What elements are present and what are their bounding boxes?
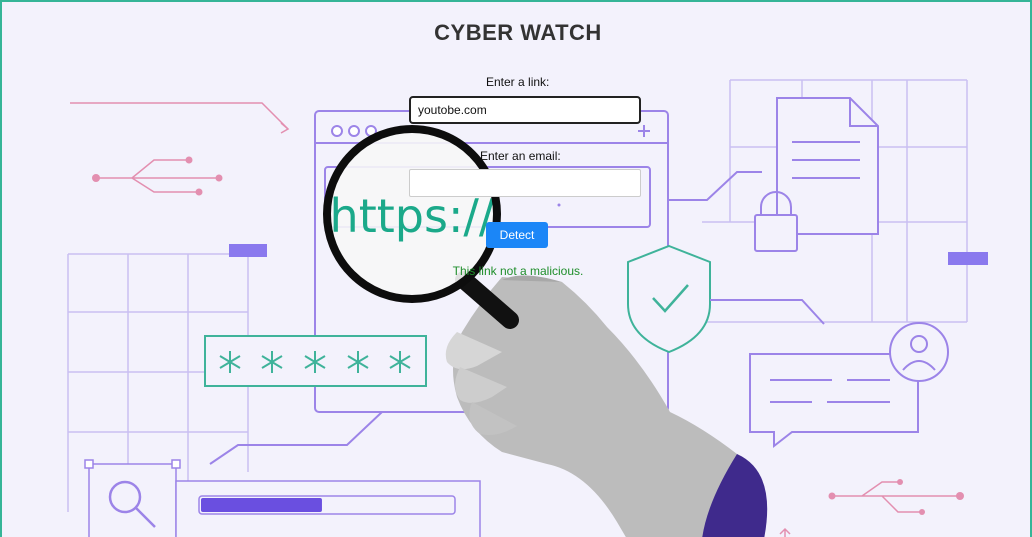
password-field-illustration [204,335,427,387]
email-label: Enter an email: [480,149,561,163]
app-window: https:// CYBER WATCH Enter a link: Enter… [0,0,1032,537]
decor-line-shield [710,299,825,325]
magnified-url-text: https:// [330,189,495,243]
chat-bubble-illustration [749,353,919,449]
document-icon [776,97,879,235]
detect-button[interactable]: Detect [486,222,548,248]
progress-fill [201,498,322,512]
email-input[interactable] [409,169,641,197]
decor-dots-left [92,156,223,196]
link-input[interactable] [409,96,641,124]
decor-lines-right [832,481,960,513]
shield-check-icon [627,244,711,354]
decor-lines-left [70,102,290,193]
window-dots [331,125,377,137]
decor-dot [557,203,561,207]
page-title: CYBER WATCH [434,20,602,45]
search-bar-illustration [84,459,481,537]
decor-bar-left [229,244,267,257]
link-label: Enter a link: [486,75,550,89]
decor-arrow [779,527,791,537]
result-message: This link not a malicious. [452,264,584,278]
user-avatar-icon [889,322,949,382]
